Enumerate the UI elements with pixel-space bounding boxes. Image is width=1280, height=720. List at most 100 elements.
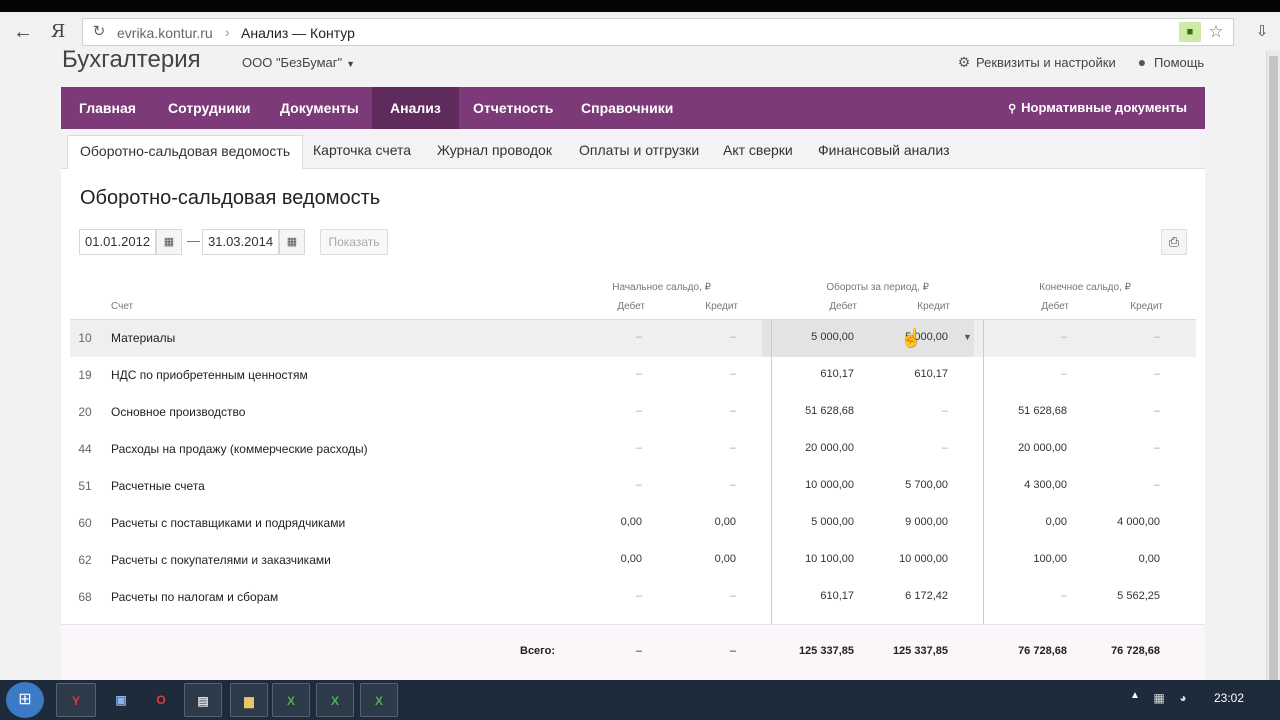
tab-reconciliation[interactable]: Акт сверки (711, 135, 805, 169)
turnover-credit[interactable]: 610,17 (838, 368, 948, 380)
nav-item-analysis[interactable]: Анализ (372, 87, 459, 129)
nav-item-reports[interactable]: Отчетность (455, 87, 571, 129)
closing-credit: – (1153, 442, 1160, 454)
opera-icon[interactable]: O (142, 683, 180, 717)
settings-label: Реквизиты и настройки (976, 55, 1116, 70)
account-name[interactable]: НДС по приобретенным ценностям (111, 368, 308, 382)
turnover-header: Обороты за период, ₽ (826, 282, 929, 293)
bookmark-star-icon[interactable]: ☆ (1205, 21, 1227, 43)
clock[interactable]: 23:02 (1214, 691, 1244, 705)
search-icon: ⚲ (1008, 103, 1017, 115)
yandex-logo-icon[interactable]: Я (48, 20, 68, 44)
page-scrollbar[interactable] (1266, 50, 1280, 682)
table-row[interactable]: 60 Расчеты с поставщиками и подрядчиками… (70, 505, 1196, 542)
tray-app-icon[interactable]: ▦ (1150, 689, 1168, 707)
opening-credit: – (729, 442, 736, 454)
closing-credit: 0,00 (1138, 553, 1160, 565)
file-explorer-icon[interactable]: ▆ (230, 683, 268, 717)
turnover-debit-header: Дебет (829, 301, 857, 312)
date-to-input[interactable]: 31.03.2014 (202, 229, 279, 255)
date-from-input[interactable]: 01.01.2012 (79, 229, 156, 255)
caret-down-icon: ▼ (346, 59, 356, 69)
yandex-browser-icon[interactable]: Y (56, 683, 96, 717)
windows-start-icon[interactable]: ⊞ (6, 682, 44, 718)
opening-credit: 0,00 (714, 516, 736, 528)
table-row[interactable]: 20 Основное производство – – 51 628,68 –… (70, 394, 1196, 431)
closing-credit: 4 000,00 (1117, 516, 1160, 528)
turnover-credit[interactable]: 5 700,00 (838, 479, 948, 491)
report-title: Оборотно-сальдовая ведомость (80, 187, 381, 209)
organization-name: ООО "БезБумаг" (242, 55, 343, 70)
tab-payments[interactable]: Оплаты и отгрузки (567, 135, 711, 169)
turnover-credit[interactable]: 9 000,00 (838, 516, 948, 528)
closing-credit: – (1153, 405, 1160, 417)
closing-credit: – (1153, 479, 1160, 491)
calendar-icon[interactable]: ▦ (156, 229, 182, 255)
opening-credit: – (729, 405, 736, 417)
content-panel: Оборотно-сальдовая ведомость Карточка сч… (61, 129, 1205, 680)
nav-item-documents[interactable]: Документы (262, 87, 377, 129)
account-name[interactable]: Материалы (111, 331, 175, 345)
closing-debit-header: Дебет (1041, 301, 1069, 312)
turnover-credit[interactable]: 10 000,00 (838, 553, 948, 565)
show-button[interactable]: Показать (320, 229, 388, 255)
turnover-credit: – (941, 405, 948, 417)
table-row[interactable]: 44 Расходы на продажу (коммерческие расх… (70, 431, 1196, 468)
tab-financial-analysis[interactable]: Финансовый анализ (806, 135, 962, 169)
print-icon[interactable]: ⎙ (1161, 229, 1187, 255)
download-icon[interactable]: ⇩ (1250, 20, 1274, 44)
app-icon[interactable]: ▣ (102, 683, 140, 717)
back-arrow-icon[interactable]: ← (10, 20, 36, 44)
reload-icon[interactable]: ↻ (89, 22, 109, 42)
account-name[interactable]: Расходы на продажу (коммерческие расходы… (111, 442, 368, 456)
nav-item-home[interactable]: Главная (61, 87, 154, 129)
account-name[interactable]: Расчеты по налогам и сборам (111, 590, 278, 604)
url-domain: evrika.kontur.ru (117, 25, 213, 41)
turnover-credit[interactable]: 6 172,42 (838, 590, 948, 602)
opening-credit: 0,00 (714, 553, 736, 565)
tab-trial-balance[interactable]: Оборотно-сальдовая ведомость (67, 135, 304, 169)
network-icon[interactable]: ◕ (1174, 689, 1192, 707)
account-name[interactable]: Расчеты с поставщиками и подрядчиками (111, 516, 345, 530)
account-code: 51 (78, 479, 92, 493)
tab-account-card[interactable]: Карточка счета (301, 135, 423, 169)
opening-credit: – (729, 368, 736, 380)
table-row[interactable]: 19 НДС по приобретенным ценностям – – 61… (70, 357, 1196, 394)
app-title: Бухгалтерия (62, 50, 201, 73)
help-icon: ● (1137, 54, 1147, 70)
table-row[interactable]: 62 Расчеты с покупателями и заказчиками … (70, 542, 1196, 579)
normative-docs-link[interactable]: ⚲ Нормативные документы (1008, 87, 1187, 129)
account-code: 62 (78, 553, 92, 567)
tab-journal[interactable]: Журнал проводок (425, 135, 564, 169)
table-row[interactable]: 10 Материалы – – 5 000,00 5 000,00 ▼ – – (70, 320, 1196, 357)
nav-item-employees[interactable]: Сотрудники (150, 87, 269, 129)
main-navigation: Главная Сотрудники Документы Анализ Отче… (61, 87, 1205, 129)
scrollbar-thumb[interactable] (1269, 56, 1278, 682)
help-label: Помощь (1154, 55, 1205, 70)
closing-credit: – (1153, 331, 1160, 343)
account-name[interactable]: Расчеты с покупателями и заказчиками (111, 553, 331, 567)
security-lock-icon[interactable]: ■ (1179, 22, 1201, 42)
excel-icon[interactable]: X (272, 683, 310, 717)
account-name[interactable]: Расчетные счета (111, 479, 205, 493)
account-code: 10 (78, 331, 92, 345)
browser-toolbar: ← Я ↻ evrika.kontur.ru › Анализ — Контур… (0, 0, 1280, 50)
calendar-icon[interactable]: ▦ (279, 229, 305, 255)
table-row[interactable]: 68 Расчеты по налогам и сборам – – 610,1… (70, 579, 1196, 616)
help-link[interactable]: ● Помощь (1134, 54, 1204, 70)
excel-icon[interactable]: X (316, 683, 354, 717)
tray-expand-icon[interactable]: ▲ (1130, 690, 1140, 701)
nav-item-directories[interactable]: Справочники (563, 87, 691, 129)
excel-icon[interactable]: X (360, 683, 398, 717)
window-top-bar (0, 0, 1280, 12)
closing-credit: 5 562,25 (1117, 590, 1160, 602)
turnover-credit: – (941, 442, 948, 454)
address-bar[interactable]: ↻ evrika.kontur.ru › Анализ — Контур ■ ☆ (82, 18, 1234, 46)
settings-link[interactable]: ⚙ Реквизиты и настройки (956, 54, 1116, 70)
account-name[interactable]: Основное производство (111, 405, 245, 419)
table-row[interactable]: 51 Расчетные счета – – 10 000,00 5 700,0… (70, 468, 1196, 505)
organization-select[interactable]: ООО "БезБумаг" ▼ (242, 55, 355, 70)
totals-turnover-credit: 125 337,85 (892, 645, 948, 657)
document-app-icon[interactable]: ▤ (184, 683, 222, 717)
turnover-credit[interactable]: 5 000,00 (838, 331, 948, 343)
